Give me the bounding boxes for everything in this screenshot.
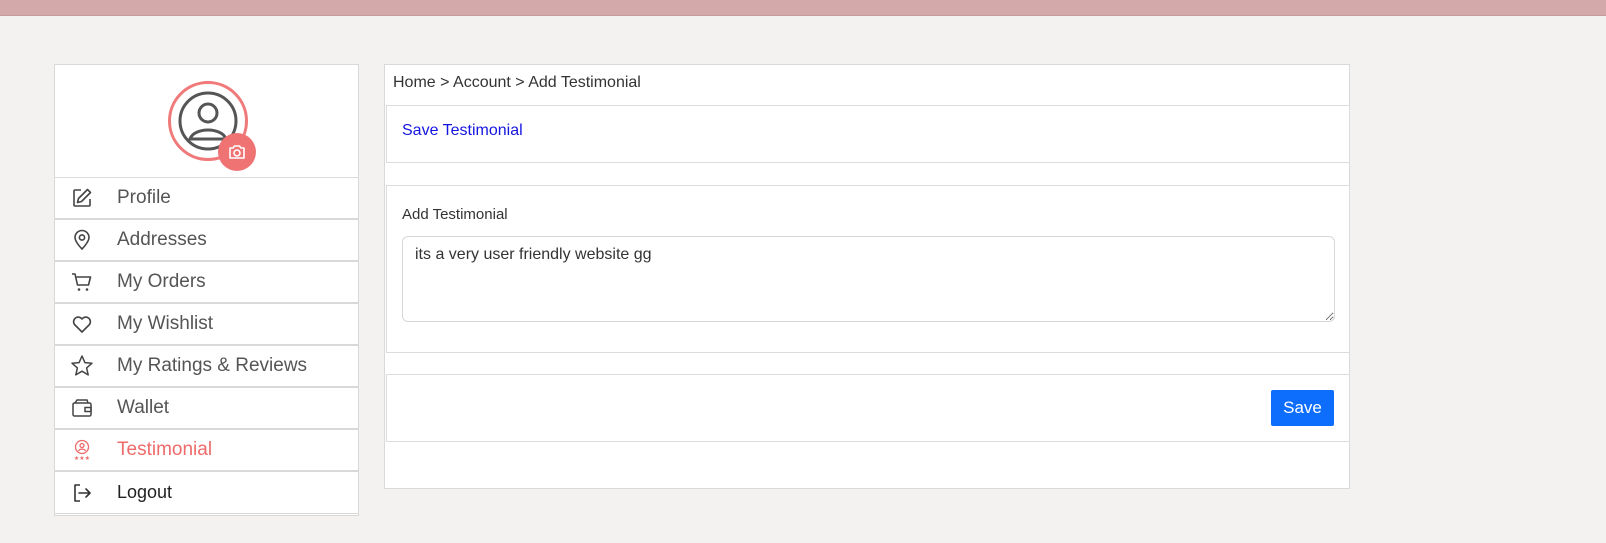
sidebar-item-addresses[interactable]: Addresses [55, 220, 358, 262]
change-photo-button[interactable] [218, 133, 256, 171]
cart-icon [69, 269, 95, 295]
sidebar-item-label: Testimonial [117, 439, 213, 460]
top-banner [0, 0, 1606, 16]
sidebar-item-wallet[interactable]: Wallet [55, 388, 358, 430]
camera-icon [229, 145, 245, 159]
sidebar-item-label: Wallet [117, 397, 170, 418]
testimonial-field-label: Add Testimonial [402, 206, 508, 223]
save-button[interactable]: Save [1271, 390, 1334, 426]
heart-icon [69, 311, 95, 337]
svg-text:★★★: ★★★ [74, 455, 90, 461]
testimonial-form-card: Add Testimonial its a very user friendly… [386, 185, 1350, 353]
sidebar-item-label: My Ratings & Reviews [117, 355, 308, 376]
sidebar-item-label: My Orders [117, 271, 206, 292]
breadcrumb: Home > Account > Add Testimonial [393, 74, 641, 91]
sidebar-item-profile[interactable]: Profile [55, 178, 358, 220]
logout-icon [69, 480, 95, 506]
sidebar-item-wishlist[interactable]: My Wishlist [55, 304, 358, 346]
sidebar-item-label: Addresses [117, 229, 207, 250]
sidebar-item-orders[interactable]: My Orders [55, 262, 358, 304]
wallet-icon [69, 395, 95, 421]
edit-icon [69, 185, 95, 211]
sidebar-item-testimonial[interactable]: ★★★ Testimonial [55, 430, 358, 472]
map-pin-icon [69, 227, 95, 253]
sidebar-item-label: Profile [117, 187, 171, 208]
sidebar-item-logout[interactable]: Logout [55, 472, 358, 514]
testimonial-textarea[interactable]: its a very user friendly website gg [402, 236, 1335, 322]
card-footer: Save [386, 374, 1350, 442]
sidebar-item-label: Logout [117, 482, 173, 502]
sidebar-item-ratings-reviews[interactable]: My Ratings & Reviews [55, 346, 358, 388]
star-icon [69, 353, 95, 379]
page-title[interactable]: Save Testimonial [402, 122, 523, 140]
sidebar-item-label: My Wishlist [117, 313, 214, 334]
card-header: Save Testimonial [386, 105, 1350, 163]
main-panel: Home > Account > Add Testimonial Save Te… [384, 64, 1350, 489]
account-sidebar: Profile Addresses My Orders My Wishlist … [54, 64, 359, 516]
testimonial-icon: ★★★ [69, 437, 95, 463]
profile-avatar-area [55, 65, 358, 178]
